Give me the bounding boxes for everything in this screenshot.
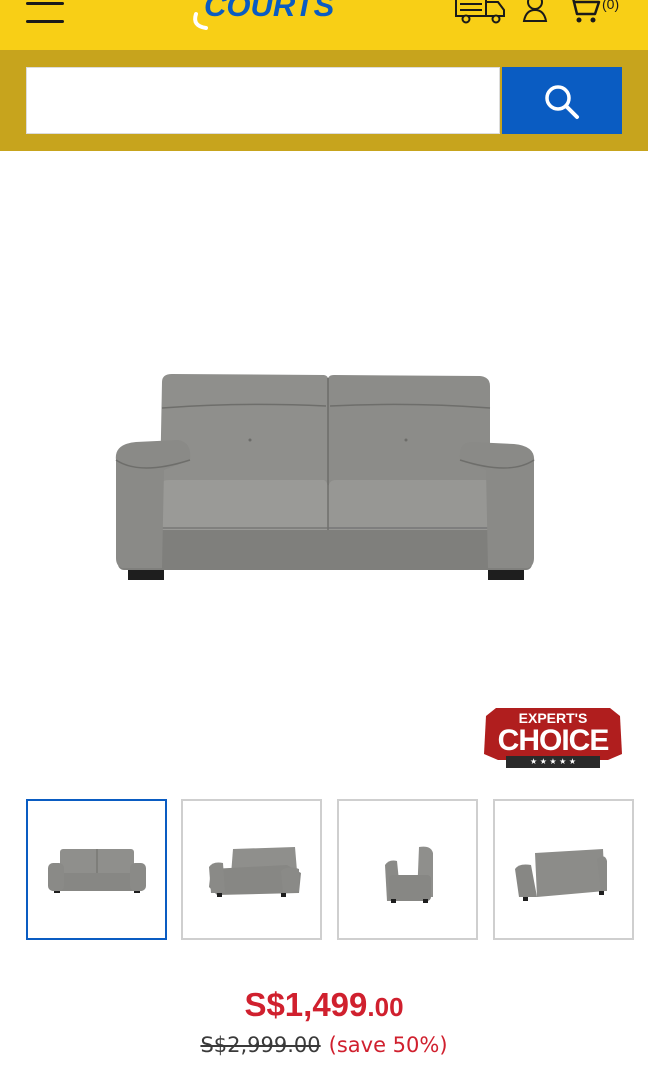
badge-label-main: CHOICE <box>497 724 610 757</box>
thumbnail-strip <box>26 799 636 942</box>
sofa-back-thumbnail <box>515 849 607 901</box>
sofa-side-thumbnail <box>385 846 433 903</box>
badge-stars: ★ ★ ★ ★ ★ <box>529 757 577 766</box>
thumbnail-angle-view[interactable] <box>181 799 322 940</box>
current-price-main: S$1,499 <box>244 986 368 1023</box>
experts-choice-badge: EXPERT'S CHOICE ★ ★ ★ ★ ★ <box>482 708 624 772</box>
thumbnail-front-view[interactable] <box>26 799 167 940</box>
current-price-cents: .00 <box>367 992 404 1022</box>
current-price: S$1,499.00 <box>0 985 648 1027</box>
search-button[interactable] <box>502 67 622 134</box>
savings-label: (save 50%) <box>328 1033 448 1057</box>
sofa-angle-thumbnail <box>209 847 301 897</box>
price-block: S$1,499.00 S$2,999.00 (save 50%) <box>0 985 648 1059</box>
delivery-truck-icon[interactable] <box>454 0 508 24</box>
cart-icon[interactable] <box>566 0 602 24</box>
cart-count[interactable]: (0) <box>602 0 619 12</box>
top-header: COURTS (0) <box>0 0 648 50</box>
brand-name: COURTS <box>204 0 335 23</box>
price-comparison: S$2,999.00 (save 50%) <box>0 1031 648 1059</box>
user-icon[interactable] <box>522 0 550 24</box>
search-input[interactable] <box>26 67 500 134</box>
sofa-front-thumbnail <box>48 849 146 893</box>
search-icon <box>545 85 579 119</box>
brand-logo[interactable]: COURTS <box>190 0 340 30</box>
original-price: S$2,999.00 <box>200 1033 321 1057</box>
thumbnail-side-view[interactable] <box>337 799 478 940</box>
product-main-image[interactable] <box>100 360 550 590</box>
thumbnail-back-view[interactable] <box>493 799 634 940</box>
menu-icon[interactable] <box>26 0 64 24</box>
